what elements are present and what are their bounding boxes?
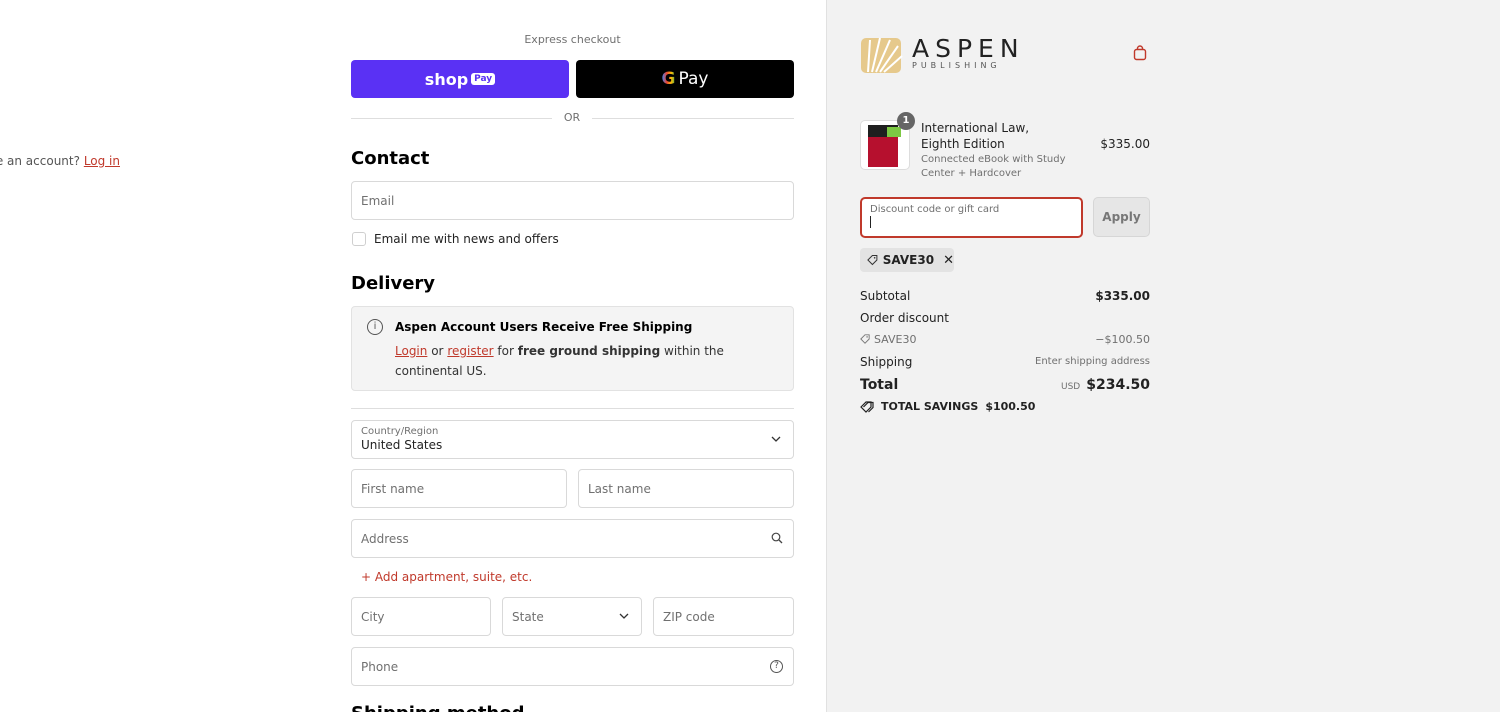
shipping-label: Shipping [860, 355, 913, 369]
email-placeholder: Email [361, 193, 395, 208]
quantity-badge: 1 [897, 112, 915, 130]
city-field[interactable]: City [351, 597, 491, 636]
notice-for: for [497, 344, 514, 358]
total-savings: TOTAL SAVINGS $100.50 [860, 400, 1035, 413]
bag-icon[interactable] [1133, 45, 1147, 61]
phone-placeholder: Phone [361, 659, 399, 674]
or-label: OR [552, 111, 592, 124]
discount-placeholder: Discount code or gift card [870, 204, 1000, 215]
google-g-icon: G [661, 69, 676, 89]
country-label: Country/Region [361, 426, 439, 437]
login-link[interactable]: Log in [84, 154, 120, 168]
delivery-divider [351, 408, 794, 409]
have-account-label: Have an account? [0, 154, 80, 168]
total-value: $234.50 [1086, 377, 1150, 393]
discount-amount: −$100.50 [1095, 333, 1150, 346]
discount-code-row: SAVE30 −$100.50 [860, 333, 1150, 346]
checkout-form-panel: Express checkout shop Pay G Pay OR Conta… [0, 0, 827, 712]
last-name-placeholder: Last name [588, 481, 651, 496]
notice-body: Login or register for free ground shippi… [395, 341, 775, 381]
contact-heading: Contact [351, 148, 430, 169]
country-value: United States [361, 438, 443, 452]
google-pay-label: Pay [678, 69, 709, 89]
first-name-placeholder: First name [361, 481, 425, 496]
shipping-method-heading: Shipping method [351, 703, 525, 712]
tag-icon [867, 255, 878, 266]
notice-or: or [431, 344, 444, 358]
state-placeholder: State [512, 609, 544, 624]
email-field[interactable]: Email [351, 181, 794, 220]
first-name-field[interactable]: First name [351, 469, 567, 508]
zip-placeholder: ZIP code [663, 609, 715, 624]
notice-title: Aspen Account Users Receive Free Shippin… [395, 320, 693, 334]
order-discount-label: Order discount [860, 311, 949, 325]
help-icon[interactable]: ? [770, 660, 783, 673]
tag-icon [860, 334, 870, 344]
notice-bold: free ground shipping [517, 344, 661, 358]
free-shipping-notice: i Aspen Account Users Receive Free Shipp… [351, 306, 794, 391]
country-select[interactable]: Country/Region United States [351, 420, 794, 459]
notice-login-link[interactable]: Login [395, 344, 427, 358]
subtotal-value: $335.00 [1095, 289, 1150, 303]
savings-label: TOTAL SAVINGS [881, 400, 979, 413]
subtotal-label: Subtotal [860, 289, 911, 303]
tag-icon [860, 400, 874, 413]
shipping-value: Enter shipping address [1035, 356, 1150, 367]
shop-pay-button[interactable]: shop Pay [351, 60, 569, 98]
express-checkout-label: Express checkout [524, 33, 621, 46]
chevron-down-icon [619, 613, 629, 619]
brand-subtitle: PUBLISHING [912, 61, 1001, 70]
savings-value: $100.50 [985, 400, 1036, 413]
applied-discount-chip: SAVE30 ✕ [860, 248, 954, 272]
phone-field[interactable]: Phone ? [351, 647, 794, 686]
have-account-text: Have an account? Log in [0, 154, 120, 168]
shop-pay-badge: Pay [471, 73, 496, 85]
product-variant: Connected eBook with Study Center + Hard… [921, 154, 1066, 179]
order-discount-row: Order discount [860, 311, 1150, 325]
total-amount-group: USD $234.50 [1061, 377, 1150, 393]
add-apartment-link[interactable]: + Add apartment, suite, etc. [361, 570, 532, 584]
chevron-down-icon [771, 436, 781, 442]
newsletter-checkbox[interactable] [352, 232, 366, 246]
subtotal-row: Subtotal $335.00 [860, 289, 1150, 303]
address-field[interactable]: Address [351, 519, 794, 558]
book-badge [887, 127, 901, 137]
state-select[interactable]: State [502, 597, 642, 636]
notice-register-link[interactable]: register [447, 344, 493, 358]
discount-code-label: SAVE30 [874, 333, 917, 346]
last-name-field[interactable]: Last name [578, 469, 794, 508]
aspen-logo-icon[interactable] [860, 32, 904, 74]
text-caret [870, 216, 871, 228]
shop-pay-label: shop [424, 69, 469, 89]
brand-name: ASPEN [912, 34, 1025, 63]
delivery-heading: Delivery [351, 273, 436, 294]
shipping-row: Shipping Enter shipping address [860, 355, 1150, 369]
info-icon: i [367, 319, 383, 335]
discount-code-input[interactable]: Discount code or gift card [860, 197, 1083, 238]
product-name: International Law, Eighth Edition [921, 121, 1030, 151]
currency-code: USD [1061, 382, 1081, 392]
applied-discount-code: SAVE30 [882, 253, 935, 267]
product-price: $335.00 [1100, 137, 1150, 151]
address-placeholder: Address [361, 531, 409, 546]
total-label: Total [860, 377, 899, 393]
city-placeholder: City [361, 609, 385, 624]
search-icon [771, 532, 783, 544]
close-icon[interactable]: ✕ [943, 253, 954, 268]
google-pay-button[interactable]: G Pay [576, 60, 794, 98]
zip-field[interactable]: ZIP code [653, 597, 794, 636]
newsletter-label[interactable]: Email me with news and offers [374, 232, 559, 246]
total-row: Total USD $234.50 [860, 377, 1150, 393]
apply-discount-button[interactable]: Apply [1093, 197, 1150, 237]
